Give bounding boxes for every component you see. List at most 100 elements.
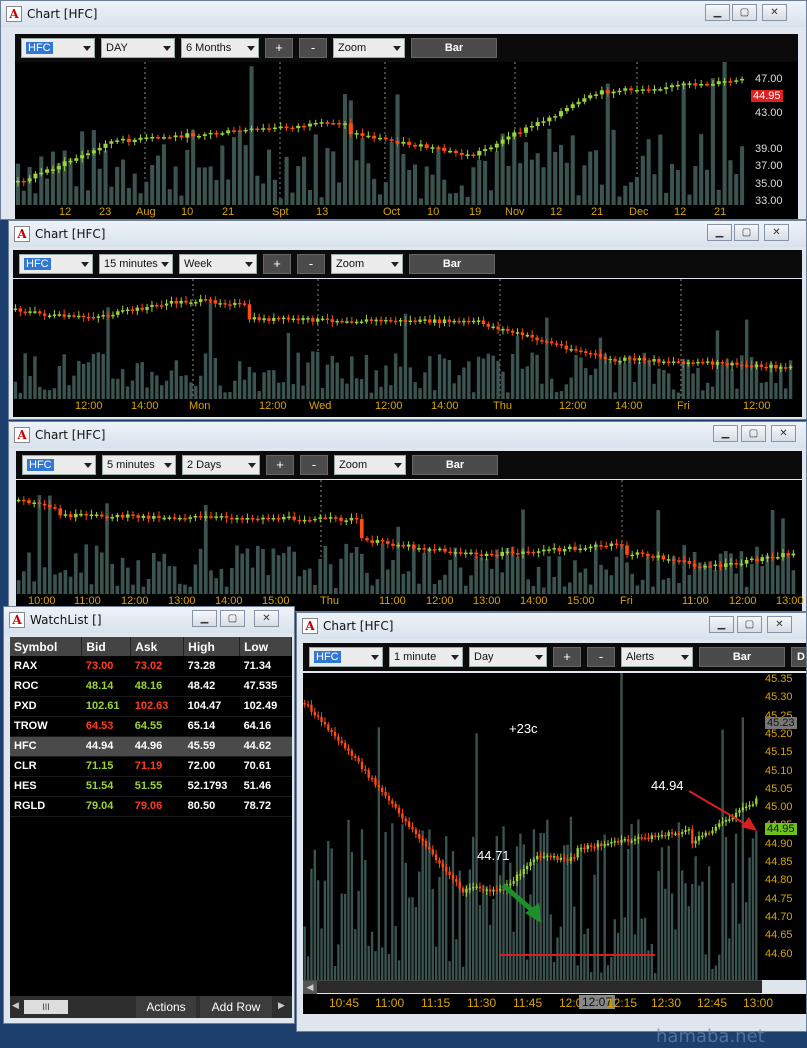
alerts-dropdown[interactable]: Alerts [621, 647, 693, 667]
candle [202, 134, 207, 136]
price-chart-1min[interactable]: +23c 44.94 44.71 45.35 45.30 45.25 45.20 45.… [303, 673, 806, 980]
table-row[interactable]: RGLD 79.04 79.06 80.50 78.72 [10, 796, 292, 817]
volume-bar [125, 567, 130, 594]
candle [391, 800, 394, 804]
candle [674, 833, 677, 835]
maximize-button[interactable]: ▢ [741, 425, 766, 442]
volume-bar [616, 932, 620, 980]
horizontal-scrollbar[interactable]: ◀ [303, 980, 762, 994]
actions-button[interactable]: Actions [136, 996, 196, 1018]
volume-bar [525, 366, 530, 399]
bid-cell: 48.14 [81, 676, 131, 697]
table-row-selected[interactable]: HFC 44.94 44.96 45.59 44.62 [10, 736, 292, 757]
bid-cell: 71.15 [81, 756, 131, 777]
maximize-button[interactable]: ▢ [220, 610, 245, 627]
minimize-button[interactable]: ▁ [707, 224, 732, 241]
interval-dropdown[interactable]: DAY [101, 38, 175, 58]
close-button[interactable]: ✕ [764, 224, 789, 241]
close-button[interactable]: ✕ [254, 610, 279, 627]
close-button[interactable]: ✕ [767, 616, 792, 633]
zoom-out-button[interactable]: - [587, 647, 615, 667]
zoom-in-button[interactable]: + [265, 38, 293, 58]
bar-style-button[interactable]: Bar [409, 254, 495, 274]
title-bar[interactable]: A WatchList [] ▁ ▢ ✕ [4, 607, 294, 633]
volume-bar [188, 586, 193, 594]
close-button[interactable]: ✕ [762, 4, 787, 21]
candle [694, 840, 697, 844]
price-chart-5min[interactable] [16, 480, 802, 594]
candle [57, 314, 62, 316]
column-header[interactable]: Ask [130, 637, 185, 656]
close-button[interactable]: ✕ [771, 425, 796, 442]
candle [303, 703, 306, 705]
zoom-dropdown[interactable]: Zoom [331, 254, 403, 274]
maximize-button[interactable]: ▢ [737, 616, 762, 633]
zoom-in-button[interactable]: + [266, 455, 294, 475]
zoom-dropdown[interactable]: Zoom [333, 38, 405, 58]
zoom-out-button[interactable]: - [297, 254, 325, 274]
scroll-left-icon[interactable]: ◀ [12, 1000, 19, 1011]
add-row-button[interactable]: Add Row [200, 996, 272, 1018]
title-bar[interactable]: A Chart [HFC] ▁ ▢ ✕ [1, 1, 806, 27]
extra-button[interactable]: D [791, 647, 806, 667]
symbol-cell: PXD [10, 696, 82, 717]
y-tick-label: 45.00 [765, 801, 793, 814]
scroll-thumb[interactable]: III [24, 1000, 68, 1014]
price-chart-15min[interactable] [13, 279, 802, 399]
zoom-in-button[interactable]: + [263, 254, 291, 274]
range-dropdown[interactable]: Day [469, 647, 547, 667]
volume-bar [261, 549, 265, 594]
volume-bar [744, 586, 749, 594]
range-dropdown[interactable]: 2 Days [182, 455, 260, 475]
volume-bar [276, 555, 281, 594]
candle [654, 835, 657, 837]
symbol-dropdown[interactable]: HFC [309, 647, 383, 667]
scroll-left-icon[interactable]: ◀ [303, 981, 317, 994]
range-dropdown[interactable]: 6 Months [181, 38, 259, 58]
table-row[interactable]: TROW 64.53 64.55 65.14 64.16 [10, 716, 292, 737]
bar-style-button[interactable]: Bar [411, 38, 497, 58]
table-row[interactable]: CLR 71.15 71.19 72.00 70.61 [10, 756, 292, 777]
maximize-button[interactable]: ▢ [732, 4, 757, 21]
bar-style-button[interactable]: Bar [699, 647, 785, 667]
zoom-out-button[interactable]: - [299, 38, 327, 58]
table-row[interactable]: HES 51.54 51.55 52.1793 51.46 [10, 776, 292, 797]
column-header[interactable]: Bid [81, 637, 132, 656]
zoom-out-button[interactable]: - [300, 455, 328, 475]
range-dropdown[interactable]: Week [179, 254, 257, 274]
scroll-right-icon[interactable]: ▶ [278, 1000, 285, 1011]
minimize-button[interactable]: ▁ [709, 616, 734, 633]
zoom-dropdown[interactable]: Zoom [334, 455, 406, 475]
candle [684, 829, 687, 833]
table-row[interactable]: PXD 102.61 102.63 104.47 102.49 [10, 696, 292, 717]
title-bar[interactable]: A Chart [HFC] ▁ ▢ ✕ [297, 613, 806, 639]
candle [89, 514, 94, 517]
column-header[interactable]: Symbol [10, 637, 83, 656]
title-bar[interactable]: A Chart [HFC] ▁ ▢ ✕ [9, 221, 806, 247]
column-header[interactable]: High [183, 637, 241, 656]
minimize-button[interactable]: ▁ [705, 4, 730, 21]
table-row[interactable]: ROC 48.14 48.16 48.42 47.535 [10, 676, 292, 697]
interval-dropdown[interactable]: 15 minutes [99, 254, 173, 274]
minimize-button[interactable]: ▁ [192, 610, 217, 627]
volume-bar [724, 837, 728, 980]
app-logo-icon: A [14, 226, 30, 242]
symbol-dropdown[interactable]: HFC [19, 254, 93, 274]
candle [218, 303, 222, 305]
title-bar[interactable]: A Chart [HFC] ▁ ▢ ✕ [9, 422, 806, 448]
bar-style-button[interactable]: Bar [412, 455, 498, 475]
zoom-in-button[interactable]: + [553, 647, 581, 667]
interval-dropdown[interactable]: 5 minutes [102, 455, 176, 475]
symbol-dropdown[interactable]: HFC [21, 38, 95, 58]
candle [664, 87, 669, 90]
symbol-dropdown[interactable]: HFC [22, 455, 96, 475]
minimize-button[interactable]: ▁ [713, 425, 738, 442]
interval-dropdown[interactable]: 1 minute [389, 647, 463, 667]
volume-bar [135, 363, 140, 399]
volume-bar [397, 960, 401, 980]
volume-bar [157, 561, 161, 594]
table-row[interactable]: RAX 73.00 73.02 73.28 71.34 [10, 656, 292, 677]
column-header[interactable]: Low [239, 637, 292, 656]
maximize-button[interactable]: ▢ [734, 224, 759, 241]
price-chart-daily[interactable]: 47.00 44.95 43.00 39.00 37.00 35.00 33.0… [15, 62, 798, 207]
